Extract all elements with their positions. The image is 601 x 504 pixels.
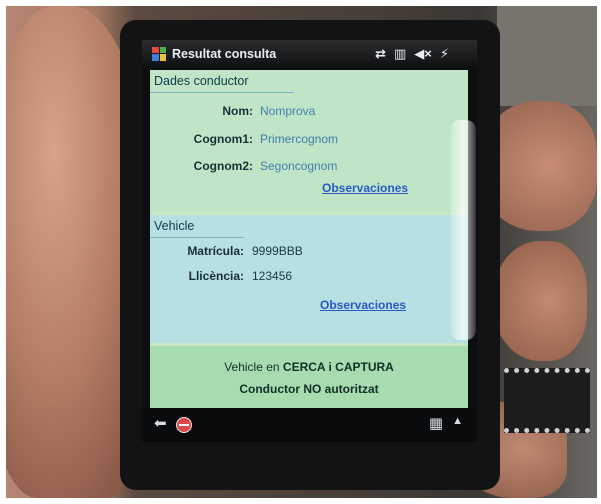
status-icons: ⇄ ▥ ◀× ⚡ (375, 46, 449, 62)
film-strip (504, 368, 590, 433)
power-icon[interactable]: ⚡ (440, 46, 449, 62)
field-label: Cognom1: (193, 132, 253, 146)
back-icon[interactable]: ⬅ (154, 414, 167, 432)
driver-section-header: Dades conductor (150, 70, 294, 93)
screen-glare (450, 120, 476, 340)
field-label: Cognom2: (193, 159, 253, 173)
phone-screen: Resultat consulta ⇄ ▥ ◀× ⚡ Dades conduct… (142, 40, 477, 442)
windows-logo-icon[interactable] (152, 46, 166, 61)
keyboard-icon[interactable]: ▦ (429, 414, 443, 432)
alert-notice: Vehicle en CERCA i CAPTURA Conductor NO … (150, 346, 468, 408)
title-bar: Resultat consulta ⇄ ▥ ◀× ⚡ (142, 40, 477, 67)
field-label: Matrícula: (187, 244, 244, 258)
notice-status: CERCA i CAPTURA (282, 360, 394, 374)
notice-line-2: Conductor NO autoritzat (239, 382, 379, 396)
field-label: Llicència: (188, 269, 244, 283)
result-panel: Dades conductor Nom: Nomprova Cognom1: P… (150, 70, 476, 408)
vehicle-section-header: Vehicle (150, 215, 244, 238)
field-value: Segoncognom (260, 159, 338, 173)
notice-prefix: Vehicle en (224, 360, 280, 374)
field-value: Nomprova (260, 104, 316, 118)
driver-observations-link[interactable]: Observaciones (322, 181, 408, 195)
field-value: 9999BBB (252, 244, 303, 258)
connectivity-icon[interactable]: ⇄ (375, 46, 386, 62)
mute-icon[interactable]: ◀× (414, 46, 432, 62)
field-label: Nom: (222, 104, 253, 118)
stop-icon[interactable] (176, 417, 192, 433)
bottom-bar: ⬅ ▦ ▲ (142, 408, 477, 442)
background-wall (497, 6, 597, 106)
right-finger (492, 241, 587, 361)
field-value: Primercognom (260, 132, 339, 146)
vehicle-observations-link[interactable]: Observaciones (320, 298, 406, 312)
driver-section: Dades conductor Nom: Nomprova Cognom1: P… (150, 70, 468, 212)
field-value: 123456 (252, 269, 293, 283)
notice-line-1: Vehicle en CERCA i CAPTURA (150, 360, 468, 374)
up-arrow-icon[interactable]: ▲ (452, 415, 463, 427)
signal-icon[interactable]: ▥ (394, 46, 406, 62)
window-title: Resultat consulta (172, 46, 277, 61)
vehicle-section: Vehicle Matrícula: 9999BBB Llicència: 12… (150, 215, 468, 343)
